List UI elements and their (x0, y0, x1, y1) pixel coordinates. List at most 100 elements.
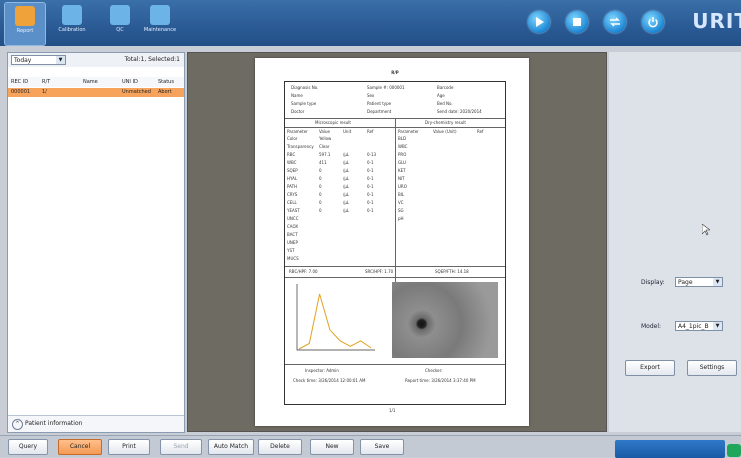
report-field: Diagnosis No. (291, 85, 319, 90)
play-icon (536, 17, 544, 27)
micro-cell: 0 (319, 192, 322, 197)
taskbar-item (615, 440, 725, 458)
auto-match-button[interactable]: Auto Match (208, 439, 254, 455)
micro-cell: BACT (287, 232, 298, 237)
micro-cell: CELL (287, 200, 297, 205)
histogram-chart (296, 284, 375, 351)
expand-icon: ^ (12, 419, 23, 430)
dry-column-header: Value (Unit) (433, 129, 457, 134)
dry-cell: KET (398, 168, 406, 173)
micro-cell: Transparency (287, 144, 314, 149)
micro-cell: Color (287, 136, 298, 141)
status-cell: Abort (158, 89, 172, 95)
cancel-button[interactable]: Cancel (58, 439, 102, 455)
dry-cell: pH (398, 216, 404, 221)
micro-cell: UNCC (287, 216, 299, 221)
micro-cell: 0-1 (367, 176, 374, 181)
report-button[interactable]: Report (4, 2, 46, 46)
micro-cell: 0-1 (367, 168, 374, 173)
rt-cell: 1/ (42, 89, 47, 95)
save-button[interactable]: Save (360, 439, 404, 455)
sample-list-header: Today ▼ Total:1, Selected:1 (8, 53, 184, 67)
micro-cell: 0 (319, 168, 322, 173)
date-filter-select[interactable]: Today ▼ (11, 55, 66, 65)
sample-list-panel: Today ▼ Total:1, Selected:1 REC ID R/T N… (7, 52, 185, 433)
report-title: R/P (391, 70, 399, 75)
dry-cell: WBC (398, 144, 408, 149)
settings-button[interactable]: Settings (687, 360, 737, 376)
micro-cell: 0 (319, 184, 322, 189)
micro-cell: HYAL (287, 176, 298, 181)
report-label: Report (16, 28, 34, 34)
display-select[interactable]: Page ▼ (675, 277, 723, 287)
micro-cell: 0-1 (367, 192, 374, 197)
total-selected-label: Total:1, Selected:1 (124, 56, 180, 63)
report-field: Barcode (437, 85, 454, 90)
print-button[interactable]: Print (108, 439, 150, 455)
display-label: Display: (641, 279, 665, 286)
summary-value: SRC/HPF: 1.70 (365, 269, 394, 274)
column-header: Status (158, 79, 174, 85)
dry-cell: URO (398, 184, 407, 189)
mouse-cursor-icon (702, 224, 710, 236)
calibration-label: Calibration (58, 27, 86, 33)
microscope-image (392, 282, 498, 358)
table-row[interactable]: 000001 1/ Unmatched Abort (8, 88, 184, 97)
patient-info-toggle[interactable]: ^ Patient information (8, 415, 184, 432)
report-time: Report time: 3/26/2014 3:37:40 PM (405, 378, 476, 383)
brand-logo: URIT (692, 9, 741, 33)
micro-cell: 0-1 (367, 208, 374, 213)
power-button[interactable] (642, 11, 664, 33)
micro-cell: SQEP (287, 168, 298, 173)
send-button[interactable]: Send (160, 439, 202, 455)
micro-cell: 0-1 (367, 184, 374, 189)
micro-cell: 597.1 (319, 152, 331, 157)
micro-column-header: Value (319, 129, 330, 134)
calibration-button[interactable]: Calibration (52, 2, 92, 44)
report-page: R/P Diagnosis No. Sample #: 000001 Barcode… (255, 58, 529, 426)
maintenance-button[interactable]: Maintenance (140, 2, 180, 44)
export-button[interactable]: Export (625, 360, 675, 376)
stop-button[interactable] (566, 11, 588, 33)
report-body: R/P Diagnosis No. Sample #: 000001 Barcode… (284, 70, 506, 413)
chevron-down-icon: ▼ (713, 322, 722, 330)
qc-label: QC (116, 27, 124, 33)
report-field: Age (437, 93, 445, 98)
micro-cell: RBC (287, 152, 296, 157)
date-filter-value: Today (14, 57, 32, 64)
micro-cell: /µL (343, 192, 350, 197)
report-field: Patient type (367, 101, 392, 106)
micro-cell: WBC (287, 160, 297, 165)
micro-cell: UNEP (287, 240, 298, 245)
micro-cell: /µL (343, 208, 350, 213)
column-header: UNI ID (122, 79, 138, 85)
patient-info-label: Patient information (25, 420, 83, 427)
summary-value: RBC/HPF: 7.00 (289, 269, 318, 274)
qc-button[interactable]: QC (100, 2, 140, 44)
uni-id-cell: Unmatched (122, 89, 151, 95)
swap-button[interactable] (604, 11, 626, 33)
histogram-axis (296, 284, 375, 351)
bottom-action-bar: Query Cancel Print Send Auto Match Delet… (0, 435, 741, 458)
dry-result-title: Dry-chemistry result (425, 120, 466, 125)
micro-cell: 0-1 (367, 160, 374, 165)
divider (285, 277, 505, 278)
micro-cell: /µL (343, 168, 350, 173)
play-button[interactable] (528, 11, 550, 33)
settings-panel: Display: Page ▼ Model: A4_1pic_B ▼ Expor… (609, 52, 741, 432)
dry-cell: SG (398, 208, 404, 213)
new-button[interactable]: New (310, 439, 354, 455)
delete-button[interactable]: Delete (258, 439, 302, 455)
micro-cell: CAOX (287, 224, 299, 229)
dry-column-header: Parameter (398, 129, 419, 134)
maintenance-icon (150, 5, 170, 25)
micro-cell: 0 (319, 208, 322, 213)
micro-cell: 0-13 (367, 152, 377, 157)
query-button[interactable]: Query (8, 439, 48, 455)
power-icon (648, 17, 658, 28)
calibration-icon (62, 5, 82, 25)
report-field: Send date: 2020/2014 (437, 109, 482, 114)
top-toolbar: Report Calibration QC Maintenance URIT (0, 0, 741, 46)
micro-cell: PATH (287, 184, 298, 189)
model-select[interactable]: A4_1pic_B ▼ (675, 321, 723, 331)
